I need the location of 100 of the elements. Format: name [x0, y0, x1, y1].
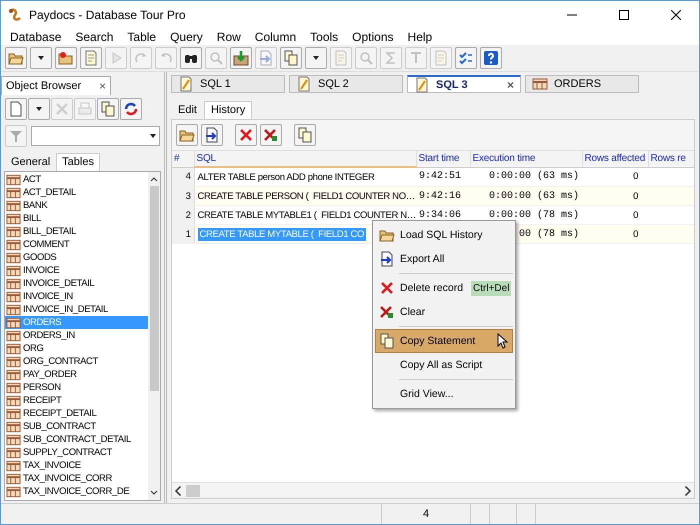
- close-icon[interactable]: ×: [98, 79, 106, 93]
- menu-item[interactable]: Table: [120, 29, 164, 45]
- duration-cell: 0:00:00 (63 ms): [470, 186, 582, 206]
- clear-icon: [379, 304, 395, 320]
- table-list-item[interactable]: TAX_INVOICE_CORR_DE: [5, 485, 148, 498]
- caret-icon: [38, 56, 44, 60]
- table-list-item[interactable]: BANK: [5, 199, 148, 212]
- toolbar-button[interactable]: [30, 47, 52, 69]
- checklist-icon: [458, 50, 474, 66]
- table-list-item[interactable]: RECEIPT_DETAIL: [5, 407, 148, 420]
- menu-item[interactable]: Copy All as Script: [375, 353, 513, 377]
- table-list-item[interactable]: RECEIPT: [5, 394, 148, 407]
- delete-icon: [379, 280, 395, 296]
- copy-icon: [297, 127, 313, 143]
- table-list-item[interactable]: TAX_INVOICE_CORR: [5, 472, 148, 485]
- toolbar-button[interactable]: [305, 47, 327, 69]
- document-tab[interactable]: ORDERS: [525, 75, 639, 93]
- panel-tab[interactable]: Object Browser ×: [1, 76, 111, 95]
- menu-item[interactable]: Tools: [303, 29, 346, 45]
- document-tab[interactable]: SQL 2: [289, 75, 403, 93]
- menu-item[interactable]: Delete record Ctrl+Del: [375, 276, 513, 300]
- table-list-item[interactable]: GOODS: [5, 251, 148, 264]
- menu-item[interactable]: Copy Statement: [375, 329, 513, 353]
- refresh-icon: [123, 101, 139, 117]
- document-icon: [83, 50, 99, 66]
- sql-cell: CREATE TABLE PERSON ( FIELD1 COUNTER NO…: [194, 186, 416, 206]
- toolbar-button[interactable]: [5, 98, 27, 120]
- menu-item[interactable]: Grid View...: [375, 382, 513, 406]
- table-list-item[interactable]: SUB_CONTRACT_DETAIL: [5, 433, 148, 446]
- toolbar-button[interactable]: [280, 47, 302, 69]
- table-list-item[interactable]: SUB_CONTRACT: [5, 420, 148, 433]
- row-number: 3: [172, 186, 194, 206]
- table-list-item[interactable]: BILL: [5, 212, 148, 225]
- menu-item[interactable]: Export All: [375, 247, 513, 271]
- script-icon: [178, 76, 194, 92]
- table-list-item[interactable]: ORG_CONTRACT: [5, 355, 148, 368]
- column-header[interactable]: SQL: [194, 151, 416, 167]
- toolbar-button[interactable]: [294, 124, 316, 146]
- menu-item[interactable]: Clear: [375, 300, 513, 324]
- document-tab[interactable]: SQL 1: [171, 75, 285, 93]
- menu-item[interactable]: Query: [163, 29, 210, 45]
- column-header[interactable]: Start time: [416, 151, 470, 167]
- table-list-item[interactable]: ACT: [5, 173, 148, 186]
- shortcut-badge: Ctrl+Del: [471, 280, 512, 296]
- scrollbar[interactable]: [148, 172, 160, 500]
- column-header[interactable]: Execution time: [470, 151, 582, 167]
- column-header[interactable]: Rows affected: [582, 151, 648, 167]
- toolbar-button[interactable]: [201, 124, 223, 146]
- filter-icon: [8, 128, 24, 144]
- table-list-item[interactable]: SUPPLY_CONTRACT: [5, 446, 148, 459]
- scrollbar[interactable]: [172, 482, 694, 498]
- toolbar-button[interactable]: [230, 47, 252, 69]
- menu-item[interactable]: Search: [68, 29, 120, 45]
- table-list-item[interactable]: INVOICE: [5, 264, 148, 277]
- table-list-item[interactable]: COMMENT: [5, 238, 148, 251]
- printer-icon: [77, 101, 93, 117]
- new-document-icon: [8, 101, 24, 117]
- close-icon[interactable]: ×: [506, 78, 514, 92]
- toolbar-button[interactable]: [97, 98, 119, 120]
- tab[interactable]: History: [204, 101, 252, 119]
- table-list-item[interactable]: PAY_ORDER: [5, 368, 148, 381]
- table-list-item[interactable]: INVOICE_IN_DETAIL: [5, 303, 148, 316]
- text-icon: [408, 50, 424, 66]
- menu-item[interactable]: Help: [400, 29, 440, 45]
- table-list-item[interactable]: ACT_DETAIL: [5, 186, 148, 199]
- tab[interactable]: General: [5, 153, 56, 171]
- folder-icon: [58, 50, 74, 66]
- maximize-icon[interactable]: [619, 10, 629, 20]
- table-list-item[interactable]: ORDERS_IN: [5, 329, 148, 342]
- column-header[interactable]: Rows re: [648, 151, 694, 167]
- script-icon: [296, 76, 312, 92]
- menu-item[interactable]: Row: [210, 29, 248, 45]
- table-list-item[interactable]: ORG: [5, 342, 148, 355]
- table-list-item[interactable]: INVOICE_DETAIL: [5, 277, 148, 290]
- column-header[interactable]: #: [172, 151, 194, 167]
- tab[interactable]: Tables: [56, 153, 100, 171]
- table-list-item[interactable]: PERSON: [5, 381, 148, 394]
- toolbar-button[interactable]: [120, 98, 142, 120]
- toolbar-button[interactable]: [180, 47, 202, 69]
- toolbar-button[interactable]: [480, 47, 502, 69]
- toolbar-button[interactable]: [28, 98, 50, 120]
- menu-item[interactable]: Options: [345, 29, 401, 45]
- table-cell: 0: [582, 186, 648, 206]
- help-icon: [483, 50, 499, 66]
- scroll-thumb[interactable]: [150, 186, 158, 391]
- magnifier-icon: [358, 50, 374, 66]
- table-list-item[interactable]: BILL_DETAIL: [5, 225, 148, 238]
- app-logo-icon: [7, 7, 23, 23]
- menu-item[interactable]: Column: [248, 29, 304, 45]
- table-list-item[interactable]: TAX_INVOICE: [5, 459, 148, 472]
- close-icon[interactable]: [671, 10, 681, 20]
- document-tab[interactable]: SQL 3 ×: [407, 75, 521, 93]
- document-icon: [433, 50, 449, 66]
- menu-item[interactable]: Database: [3, 29, 68, 45]
- export-icon: [258, 50, 274, 66]
- tab[interactable]: Edit: [171, 101, 204, 119]
- row-number: 4: [172, 167, 194, 186]
- scroll-thumb[interactable]: [186, 484, 200, 496]
- document-icon: [333, 50, 349, 66]
- table-list-item[interactable]: INVOICE_IN: [5, 290, 148, 303]
